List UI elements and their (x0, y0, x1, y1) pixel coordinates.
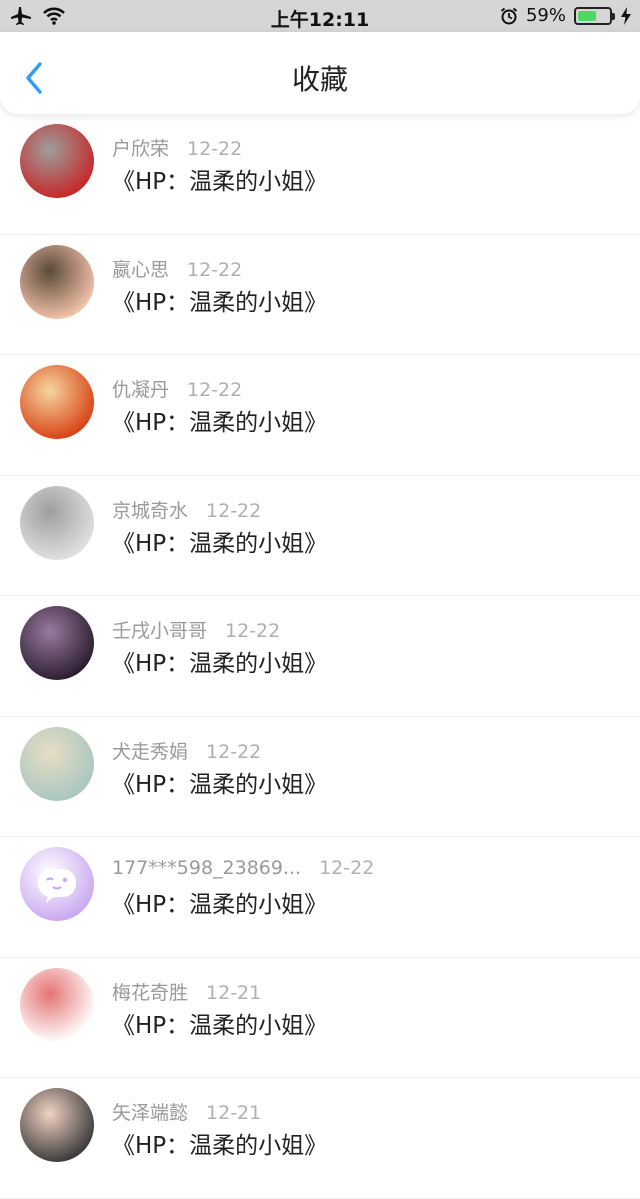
username: 嬴心思 (112, 258, 170, 281)
book-title: 《HP：温柔的小姐》 (112, 771, 328, 798)
page-title: 收藏 (291, 63, 348, 96)
book-title: 《HP：温柔的小姐》 (112, 410, 328, 436)
date: 12-22 (225, 620, 281, 642)
book-title: 《HP：温柔的小姐》 (112, 289, 328, 316)
book-title: 《HP：温柔的小姐》 (112, 1012, 328, 1039)
alarm-icon (500, 7, 518, 24)
favorite-row[interactable]: 矢泽端懿 12-21 《HP：温柔的小姐》 (0, 1078, 640, 1199)
battery-level (578, 10, 596, 21)
username: 矢泽端懿 (112, 1102, 189, 1124)
book-title: 《HP：温柔的小姐》 (112, 1133, 328, 1159)
username: 京城奇水 (112, 499, 189, 522)
avatar[interactable] (20, 485, 94, 560)
row-meta: 京城奇水 12-22 (112, 496, 261, 523)
avatar[interactable] (20, 847, 94, 921)
book-title: 《HP：温柔的小姐》 (112, 169, 328, 195)
favorite-row[interactable]: 嬴心思 12-22 《HP：温柔的小姐》 (0, 235, 640, 355)
avatar[interactable] (20, 606, 94, 680)
date: 12-22 (206, 740, 262, 763)
row-meta: 嬴心思 12-22 (112, 255, 242, 282)
avatar[interactable] (20, 365, 94, 439)
favorite-row[interactable]: 户欣荣 12-22 《HP：温柔的小姐》 (0, 114, 640, 235)
date: 12-22 (187, 379, 243, 401)
row-meta: 壬戌小哥哥 12-22 (112, 616, 280, 643)
date: 12-22 (187, 258, 243, 281)
username: 壬戌小哥哥 (112, 620, 208, 642)
avatar[interactable] (20, 244, 94, 319)
row-meta: 矢泽端懿 12-21 (112, 1098, 261, 1125)
book-title: 《HP：温柔的小姐》 (112, 892, 328, 918)
nav-bar: 收藏 (0, 32, 640, 114)
date: 12-21 (206, 1102, 262, 1124)
username: 犬走秀娟 (112, 740, 189, 763)
status-right-icons: 59% (500, 5, 632, 26)
favorite-row[interactable]: 177***598_23869... 12-22 《HP：温柔的小姐》 (0, 837, 640, 958)
row-meta: 梅花奇胜 12-21 (112, 978, 261, 1005)
charging-icon (621, 6, 631, 25)
date: 12-22 (319, 857, 375, 879)
status-bar: 上午12:11 59% (0, 0, 640, 32)
favorite-row[interactable]: 犬走秀娟 12-22 《HP：温柔的小姐》 (0, 717, 640, 837)
avatar[interactable] (20, 726, 94, 801)
favorite-row[interactable]: 仇凝丹 12-22 《HP：温柔的小姐》 (0, 355, 640, 476)
row-meta: 仇凝丹 12-22 (112, 375, 242, 402)
username: 户欣荣 (112, 138, 170, 160)
date: 12-22 (187, 138, 243, 160)
row-meta: 户欣荣 12-22 (112, 134, 242, 161)
book-title: 《HP：温柔的小姐》 (112, 530, 328, 557)
date: 12-21 (206, 981, 262, 1004)
username: 梅花奇胜 (112, 981, 189, 1004)
row-meta: 177***598_23869... 12-22 (112, 857, 374, 879)
row-meta: 犬走秀娟 12-22 (112, 737, 261, 764)
favorite-row[interactable]: 京城奇水 12-22 《HP：温柔的小姐》 (0, 476, 640, 596)
chat-bubble-icon (38, 869, 76, 903)
favorite-row[interactable]: 梅花奇胜 12-21 《HP：温柔的小姐》 (0, 958, 640, 1078)
avatar[interactable] (20, 1088, 94, 1162)
favorites-list: 户欣荣 12-22 《HP：温柔的小姐》 嬴心思 12-22 《HP：温柔的小姐》 … (0, 114, 640, 1199)
date: 12-22 (206, 499, 262, 522)
battery-icon (574, 6, 615, 25)
username: 177***598_23869... (112, 857, 302, 879)
battery-percent: 59% (525, 5, 566, 26)
avatar[interactable] (20, 124, 94, 198)
book-title: 《HP：温柔的小姐》 (112, 651, 328, 677)
username: 仇凝丹 (112, 379, 170, 401)
favorite-row[interactable]: 壬戌小哥哥 12-22 《HP：温柔的小姐》 (0, 596, 640, 717)
avatar[interactable] (20, 967, 94, 1042)
